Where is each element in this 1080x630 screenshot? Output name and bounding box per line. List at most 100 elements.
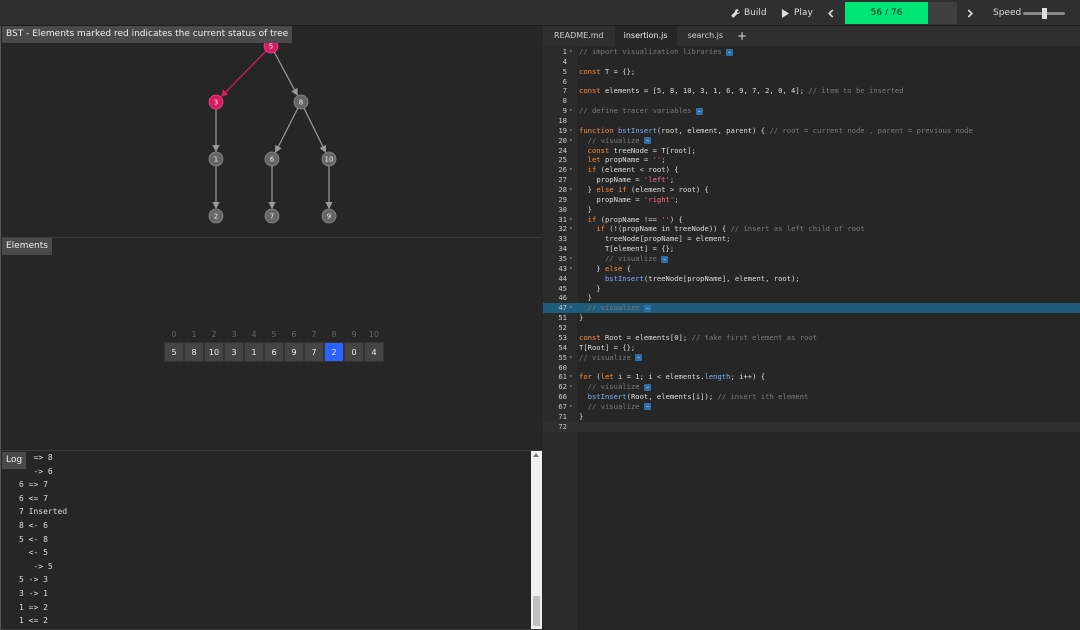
code-line[interactable]: 51} xyxy=(543,313,1080,323)
fold-toggle-icon[interactable]: ▾ xyxy=(569,353,573,363)
fold-toggle-icon[interactable]: ▾ xyxy=(569,47,573,57)
array-index: 4 xyxy=(251,330,257,339)
line-number: 19 xyxy=(558,125,567,135)
code-line[interactable]: 32 ▾ if (!(propName in treeNode)) { // in… xyxy=(543,224,1080,234)
code-line[interactable]: 8 xyxy=(543,96,1080,106)
add-tab-button[interactable]: + xyxy=(732,26,752,46)
array-cell: 6 xyxy=(264,342,284,362)
line-number: 35 xyxy=(558,254,567,264)
code-line[interactable]: 52 xyxy=(543,323,1080,333)
code-line[interactable]: 28 ▾ } else if (element > root) { xyxy=(543,185,1080,195)
array-cell: 9 xyxy=(284,342,304,362)
code-line[interactable]: 53 const Root = elements[0]; // take firs… xyxy=(543,333,1080,343)
code-line[interactable]: 24 const treeNode = T[root]; xyxy=(543,146,1080,156)
fold-toggle-icon[interactable]: ▾ xyxy=(569,136,573,146)
code-line[interactable]: 67 ▾ // visualize … xyxy=(543,402,1080,412)
tab-readme-md[interactable]: README.md xyxy=(545,26,613,46)
fold-toggle-icon[interactable]: ▾ xyxy=(569,372,573,382)
line-number: 32 xyxy=(558,224,567,234)
step-progress-bar[interactable]: 56 / 76 xyxy=(845,2,957,24)
line-number: 66 xyxy=(558,392,567,402)
code-line[interactable]: 30 } xyxy=(543,205,1080,215)
code-line[interactable]: 34 T[element] = {}; xyxy=(543,244,1080,254)
code-line[interactable]: 19 ▾ function bstInsert(root, element, par… xyxy=(543,126,1080,136)
line-number: 6 xyxy=(562,76,567,86)
line-number: 31 xyxy=(558,214,567,224)
code-line[interactable]: 5 const T = {}; xyxy=(543,67,1080,77)
log-scrollbar[interactable] xyxy=(531,451,542,629)
line-number: 33 xyxy=(558,234,567,244)
line-number: 4 xyxy=(562,56,567,66)
code-line[interactable]: 26 ▾ if (element < root) { xyxy=(543,165,1080,175)
code-text: for (let i = 1; i < elements.length; i++… xyxy=(579,372,766,382)
code-line[interactable]: 33 treeNode[propName] = element; xyxy=(543,234,1080,244)
code-line[interactable]: 18 xyxy=(543,116,1080,126)
tab-insertion-js[interactable]: insertion.js xyxy=(614,26,677,46)
play-button[interactable]: Play xyxy=(781,0,813,26)
next-step-button[interactable] xyxy=(962,0,982,26)
fold-toggle-icon[interactable]: ▾ xyxy=(569,224,573,234)
code-area[interactable]: 1 ▾// import visualization libraries … 4 5 c… xyxy=(543,47,1080,432)
tab-search-js[interactable]: search.js xyxy=(679,26,733,46)
progress-text: 56 / 76 xyxy=(870,8,903,18)
fold-toggle-icon[interactable]: ▾ xyxy=(569,303,573,313)
svg-text:1: 1 xyxy=(214,156,218,164)
bst-graph: 5 3 8 1 6 10 2 7 9 xyxy=(208,38,337,224)
log-line: -> 5 xyxy=(19,561,53,571)
code-line[interactable]: 1 ▾ // import visualization libraries … xyxy=(543,47,1080,57)
log-line: 5 <- 8 xyxy=(19,534,48,544)
fold-toggle-icon[interactable]: ▾ xyxy=(569,106,573,116)
fold-toggle-icon[interactable]: ▾ xyxy=(569,185,573,195)
code-text: treeNode[propName] = element; xyxy=(604,234,731,244)
code-line[interactable]: 7 const elements = [5, 8, 10, 3, 1, 6, 9,… xyxy=(543,86,1080,96)
code-line[interactable]: 66 bstInsert(Root, elements[i]); // inse… xyxy=(543,392,1080,402)
log-line: 7 Inserted xyxy=(19,507,68,517)
array-index: 5 xyxy=(271,330,277,339)
code-line[interactable]: 47 ▾ // visualize … xyxy=(543,303,1080,314)
speed-label: Speed xyxy=(993,8,1022,18)
prev-step-button[interactable] xyxy=(822,0,842,26)
code-text: const elements = [5, 8, 10, 3, 1, 6, 9, … xyxy=(579,86,904,96)
code-text: if (propName !== '') { xyxy=(587,214,683,224)
code-line[interactable]: 20 ▾ // visualize … xyxy=(543,136,1080,146)
code-line[interactable]: 61 ▾ for (let i = 1; i < elements.length; … xyxy=(543,372,1080,382)
code-line[interactable]: 4 xyxy=(543,57,1080,67)
code-line[interactable]: 29 propName = 'right'; xyxy=(543,195,1080,205)
code-line[interactable]: 27 propName = 'left'; xyxy=(543,175,1080,185)
log-line: 1 => 2 xyxy=(19,602,48,612)
fold-toggle-icon[interactable]: ▾ xyxy=(569,126,573,136)
code-line[interactable]: 62 ▾ // visualize … xyxy=(543,382,1080,392)
speed-slider[interactable] xyxy=(1023,8,1065,19)
speed-slider-thumb[interactable] xyxy=(1042,8,1047,19)
tree-node-9: 9 xyxy=(321,208,337,224)
fold-toggle-icon[interactable]: ▾ xyxy=(569,165,573,175)
code-line[interactable]: 9 ▾ // define tracer variables … xyxy=(543,106,1080,116)
code-line[interactable]: 45 } xyxy=(543,284,1080,294)
code-line[interactable]: 43 ▾ } else { xyxy=(543,264,1080,274)
code-line[interactable]: 6 xyxy=(543,77,1080,87)
code-line[interactable]: 55 ▾ // visualize … xyxy=(543,353,1080,363)
build-button[interactable]: Build xyxy=(731,0,767,26)
code-line[interactable]: 31 ▾ if (propName !== '') { xyxy=(543,215,1080,225)
tree-node-10: 10 xyxy=(321,151,337,167)
fold-toggle-icon[interactable]: ▾ xyxy=(569,254,573,264)
code-line[interactable]: 46 } xyxy=(543,293,1080,303)
array-index: 3 xyxy=(231,330,237,339)
code-line[interactable]: 25 let propName = ''; xyxy=(543,155,1080,165)
fold-toggle-icon[interactable]: ▾ xyxy=(569,264,573,274)
code-line[interactable]: 44 bstInsert(treeNode[propName], element… xyxy=(543,274,1080,284)
code-line[interactable]: 35 ▾ // visualize … xyxy=(543,254,1080,264)
code-line[interactable]: 71} xyxy=(543,412,1080,422)
code-line[interactable]: 60 xyxy=(543,363,1080,373)
code-line[interactable]: 54 T[Root] = {}; xyxy=(543,343,1080,353)
fold-toggle-icon[interactable]: ▾ xyxy=(569,215,573,225)
fold-toggle-icon[interactable]: ▾ xyxy=(569,402,573,412)
fold-toggle-icon[interactable]: ▾ xyxy=(569,382,573,392)
scroll-up-arrow-icon[interactable] xyxy=(533,453,539,457)
log-scrollbar-thumb[interactable] xyxy=(533,596,540,626)
log-line: <- 5 xyxy=(19,548,48,558)
tree-panel: BST - Elements marked red indicates the … xyxy=(0,26,542,238)
code-line[interactable]: 72 xyxy=(543,421,1080,432)
code-text: // visualize … xyxy=(587,303,651,313)
code-text: propName = 'right'; xyxy=(596,194,679,204)
